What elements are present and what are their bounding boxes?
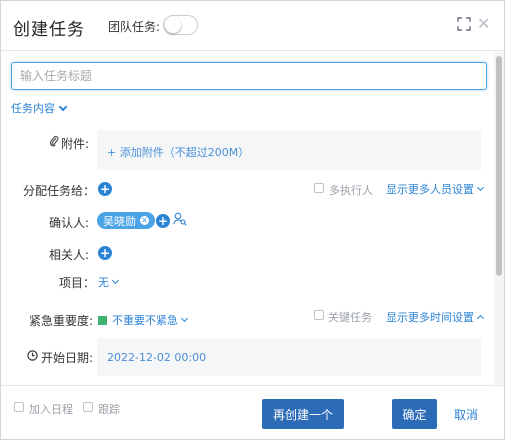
chevron-up-icon <box>476 314 485 323</box>
team-task-toggle[interactable] <box>163 15 198 35</box>
close-icon[interactable]: ✕ <box>477 14 490 33</box>
team-task-label: 团队任务: <box>108 20 161 34</box>
chevron-down-icon <box>180 314 189 323</box>
dialog-footer: 加入日程 跟踪 再创建一个 确定 取消 <box>1 385 504 439</box>
toggle-knob <box>165 17 181 33</box>
add-confirmer-button[interactable]: + <box>156 214 170 228</box>
add-related-button[interactable]: + <box>98 246 112 260</box>
multi-executor-label: 多执行人 <box>329 184 373 197</box>
priority-color-swatch <box>98 315 107 325</box>
dialog-content: 任务内容 附件: + 添加附件（不超过200M） 分配任务给： + 多执行人 显… <box>1 52 493 385</box>
follow-checkbox[interactable] <box>83 402 93 412</box>
chevron-down-icon <box>111 276 120 285</box>
dialog-title: 创建任务 <box>13 20 85 40</box>
priority-value: 不重要不紧急 <box>112 314 178 327</box>
confirmer-tag: 吴晓勋 ✕ <box>97 212 155 229</box>
project-select[interactable]: 无 <box>98 274 120 290</box>
create-another-button[interactable]: 再创建一个 <box>262 399 344 429</box>
project-value: 无 <box>98 276 109 289</box>
task-content-toggle[interactable]: 任务内容 <box>11 100 68 116</box>
key-task-checkbox[interactable] <box>314 310 324 320</box>
start-date-label: 开始日期: <box>41 351 94 365</box>
chevron-down-icon <box>476 183 485 192</box>
confirmer-name: 吴晓勋 <box>103 214 136 228</box>
multi-executor-checkbox[interactable] <box>314 183 324 193</box>
priority-label: 紧急重要度: <box>29 314 94 328</box>
task-title-input[interactable] <box>11 62 487 90</box>
remove-tag-icon[interactable]: ✕ <box>140 216 149 225</box>
more-time-label: 显示更多时间设置 <box>386 311 474 324</box>
assign-label: 分配任务给： <box>23 184 96 198</box>
add-assignee-button[interactable]: + <box>98 182 112 196</box>
start-date-field[interactable]: 2022-12-02 00:00 <box>97 338 481 376</box>
user-search-icon[interactable] <box>173 212 187 226</box>
add-schedule-checkbox[interactable] <box>14 402 24 412</box>
content-scrollbar[interactable] <box>494 52 504 385</box>
add-schedule-label: 加入日程 <box>29 403 73 416</box>
priority-select[interactable]: 不重要不紧急 <box>98 312 189 328</box>
key-task-label: 关键任务 <box>328 311 372 324</box>
start-date-value: 2022-12-02 00:00 <box>107 351 207 364</box>
confirm-button[interactable]: 确定 <box>392 399 437 429</box>
paperclip-icon <box>49 135 59 147</box>
attachment-label: 附件: <box>61 137 90 151</box>
follow-label: 跟踪 <box>98 403 120 416</box>
more-people-settings-link[interactable]: 显示更多人员设置 <box>386 181 485 197</box>
clock-icon <box>27 350 38 361</box>
cancel-button[interactable]: 取消 <box>454 406 478 423</box>
confirmer-label: 确认人: <box>49 216 90 230</box>
create-task-dialog: 创建任务 团队任务: ✕ 任务内容 附件: + 添加附件（不超过200M） 分配… <box>0 0 505 440</box>
dialog-header: 创建任务 团队任务: ✕ <box>1 1 504 51</box>
related-label: 相关人: <box>49 248 90 262</box>
more-people-label: 显示更多人员设置 <box>386 183 474 196</box>
project-label: 项目： <box>59 276 96 290</box>
add-attachment-link[interactable]: + 添加附件（不超过200M） <box>107 144 249 160</box>
chevron-down-icon <box>58 102 68 111</box>
more-time-settings-link[interactable]: 显示更多时间设置 <box>386 309 485 325</box>
task-content-label: 任务内容 <box>11 102 55 115</box>
expand-icon[interactable] <box>457 17 471 31</box>
scrollbar-thumb[interactable] <box>496 56 502 276</box>
attachment-area: + 添加附件（不超过200M） <box>97 130 481 170</box>
